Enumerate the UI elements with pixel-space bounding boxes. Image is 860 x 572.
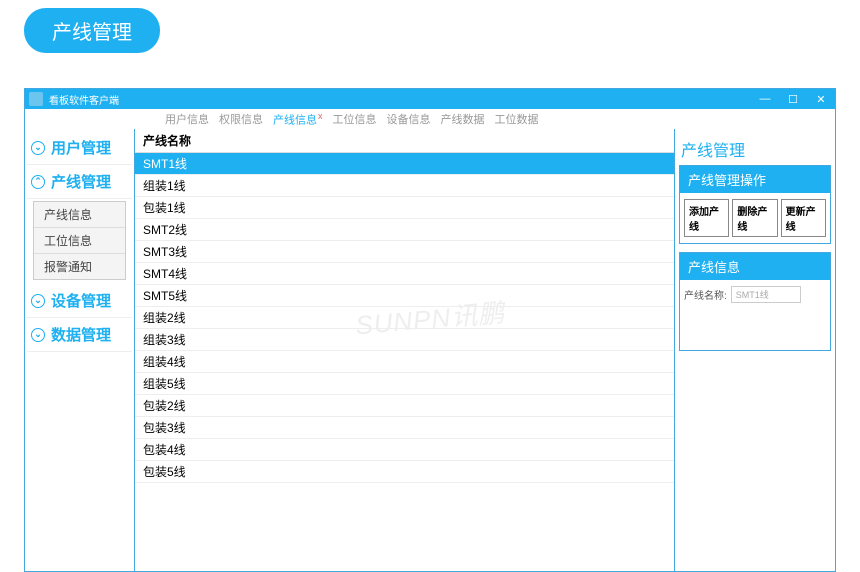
grid-row[interactable]: 组装2线 [135,307,674,329]
grid-header: 产线名称 [135,129,674,153]
sidebar-group-label: 设备管理 [51,290,111,311]
grid-row[interactable]: SMT3线 [135,241,674,263]
grid-row[interactable]: 组装4线 [135,351,674,373]
page-badge: 产线管理 [24,8,160,53]
sidebar: ⌄ 用户管理 ⌃ 产线管理产线信息工位信息报警通知 ⌄ 设备管理 ⌄ 数据管理 [25,129,135,571]
right-pane: 产线管理 产线管理操作 添加产线删除产线更新产线 产线信息 产线名称: SMT1… [675,129,835,571]
info-panel-header: 产线信息 [680,253,830,280]
sidebar-group-3[interactable]: ⌄ 数据管理 [27,318,132,352]
sidebar-group-label: 用户管理 [51,137,111,158]
tab-bar: 用户信息权限信息产线信息x 工位信息设备信息产线数据工位数据 [25,109,835,129]
sidebar-item-1-0[interactable]: 产线信息 [34,202,125,228]
tab-5[interactable]: 产线数据 [441,111,485,127]
titlebar: 看板软件客户端 — ☐ ✕ [25,89,835,109]
tab-4[interactable]: 设备信息 [387,111,431,127]
chevron-icon: ⌄ [31,328,45,342]
ops-panel-header: 产线管理操作 [680,166,830,193]
sidebar-group-2[interactable]: ⌄ 设备管理 [27,284,132,318]
grid-row[interactable]: 组装1线 [135,175,674,197]
sidebar-group-label: 数据管理 [51,324,111,345]
grid-row[interactable]: 包装5线 [135,461,674,483]
tab-1[interactable]: 权限信息 [219,111,263,127]
sidebar-group-1[interactable]: ⌃ 产线管理 [27,165,132,199]
app-icon [29,92,43,106]
minimize-button[interactable]: — [751,93,779,105]
ops-button-2[interactable]: 更新产线 [781,199,826,237]
grid-row[interactable]: 包装3线 [135,417,674,439]
tab-3[interactable]: 工位信息 [333,111,377,127]
right-title: 产线管理 [679,133,831,165]
sidebar-item-1-1[interactable]: 工位信息 [34,228,125,254]
info-label: 产线名称: [684,287,727,302]
chevron-icon: ⌄ [31,141,45,155]
window-title: 看板软件客户端 [49,92,119,107]
info-panel: 产线信息 产线名称: SMT1线 [679,252,831,351]
line-name-input[interactable]: SMT1线 [731,286,801,303]
grid-row[interactable]: SMT2线 [135,219,674,241]
chevron-icon: ⌄ [31,294,45,308]
sidebar-group-label: 产线管理 [51,171,111,192]
grid-row[interactable]: SMT1线 [135,153,674,175]
sidebar-item-1-2[interactable]: 报警通知 [34,254,125,279]
tab-6[interactable]: 工位数据 [495,111,539,127]
ops-button-1[interactable]: 删除产线 [732,199,777,237]
maximize-button[interactable]: ☐ [779,93,807,106]
grid-row[interactable]: 组装5线 [135,373,674,395]
close-button[interactable]: ✕ [807,93,835,106]
app-window: 看板软件客户端 — ☐ ✕ 用户信息权限信息产线信息x工位信息设备信息产线数据工… [24,88,836,572]
ops-button-0[interactable]: 添加产线 [684,199,729,237]
grid-row[interactable]: 包装2线 [135,395,674,417]
grid-row[interactable]: 包装4线 [135,439,674,461]
grid-row[interactable]: 组装3线 [135,329,674,351]
grid: 产线名称 SMT1线组装1线包装1线SMT2线SMT3线SMT4线SMT5线组装… [135,129,675,571]
chevron-icon: ⌃ [31,175,45,189]
tab-2[interactable]: 产线信息x [273,111,323,128]
ops-panel: 产线管理操作 添加产线删除产线更新产线 [679,165,831,244]
tab-0[interactable]: 用户信息 [165,111,209,127]
grid-row[interactable]: SMT4线 [135,263,674,285]
grid-row[interactable]: SMT5线 [135,285,674,307]
grid-row[interactable]: 包装1线 [135,197,674,219]
sidebar-group-0[interactable]: ⌄ 用户管理 [27,131,132,165]
tab-close-icon[interactable]: x [318,111,323,121]
